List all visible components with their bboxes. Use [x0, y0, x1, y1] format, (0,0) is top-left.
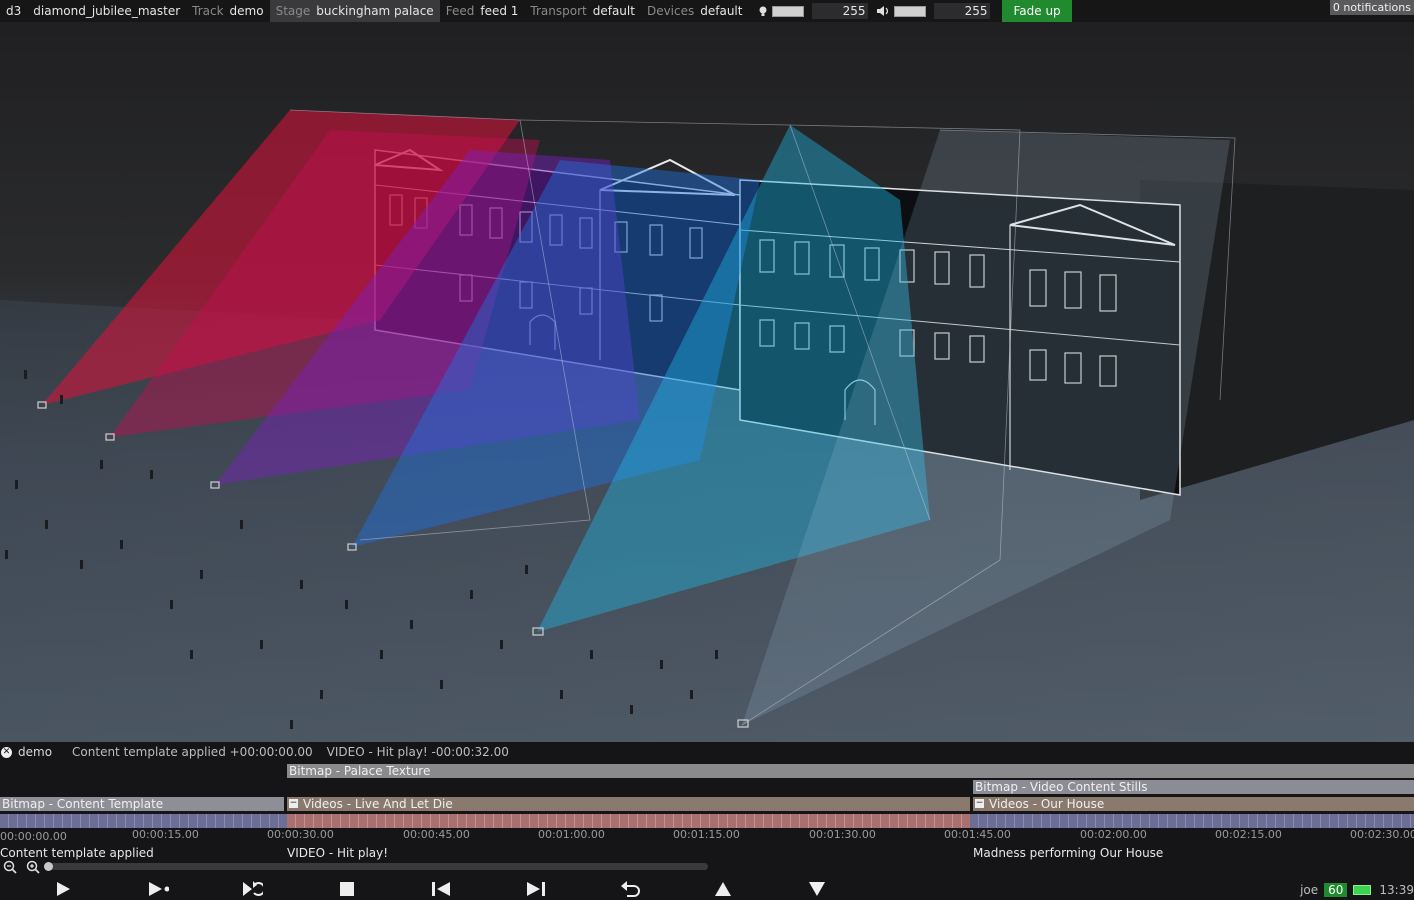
layer-bitmap-content-template[interactable]: Bitmap - Content Template	[0, 797, 284, 811]
tick-label: 00:01:15.00	[673, 828, 740, 841]
stop-icon	[340, 882, 354, 896]
timeline-track-name: demo	[18, 745, 53, 759]
layer-videos-live-and-let-die[interactable]: − Videos - Live And Let Die	[287, 797, 970, 811]
top-bar: d3 diamond_jubilee_master Track demo Sta…	[0, 0, 1414, 22]
speaker-icon	[877, 6, 889, 16]
tick-label: 00:01:45.00	[944, 828, 1011, 841]
skip-forward-icon	[527, 882, 545, 896]
devices-selector[interactable]: Devices default	[641, 0, 749, 22]
tick-label: 00:00:30.00	[267, 828, 334, 841]
zoom-out-icon[interactable]	[3, 860, 17, 874]
loop-icon	[243, 881, 263, 896]
battery-icon	[1353, 885, 1372, 895]
fade-up-button[interactable]: Fade up	[1002, 0, 1072, 22]
lightbulb-icon	[759, 6, 767, 16]
layer-bitmap-video-stills[interactable]: Bitmap - Video Content Stills	[973, 780, 1414, 794]
app-name[interactable]: d3	[0, 0, 27, 22]
play-section-icon	[149, 882, 169, 896]
tick-label: 00:00:00.00	[0, 830, 67, 843]
collapse-icon[interactable]: −	[975, 799, 984, 808]
brightness-control: 255	[748, 0, 874, 22]
volume-slider[interactable]	[894, 5, 927, 17]
triangle-down-icon	[809, 882, 825, 896]
track-selector[interactable]: Track demo	[186, 0, 269, 22]
tick-label: 00:00:15.00	[132, 828, 199, 841]
volume-value[interactable]: 255	[934, 3, 991, 19]
loop-play-button[interactable]	[241, 878, 263, 900]
tick-label: 00:02:00.00	[1080, 828, 1147, 841]
brightness-slider[interactable]	[772, 5, 805, 17]
notifications-badge[interactable]: 0 notifications	[1329, 0, 1414, 15]
play-to-end-button[interactable]	[147, 878, 169, 900]
stage-viewport[interactable]	[0, 22, 1414, 742]
timeline-header: ✕ demo Content template applied +00:00:0…	[0, 742, 1414, 762]
tick-label: 00:00:45.00	[403, 828, 470, 841]
tick-label: 00:01:30.00	[809, 828, 876, 841]
play-icon	[57, 882, 70, 896]
note-madness[interactable]: Madness performing Our House	[973, 846, 1163, 860]
clock: 13:39	[1379, 883, 1414, 897]
triangle-up-icon	[715, 882, 731, 896]
close-icon[interactable]: ✕	[1, 746, 12, 758]
previous-section-button[interactable]	[430, 878, 452, 900]
scrollbar-thumb[interactable]	[44, 862, 53, 871]
ruler-segment-3[interactable]	[970, 814, 1414, 828]
note-video[interactable]: VIDEO - Hit play!	[287, 846, 388, 860]
status-template: Content template applied +00:00:00.00	[72, 745, 313, 759]
stop-button[interactable]	[336, 878, 358, 900]
timeline-scrollbar[interactable]	[44, 862, 708, 871]
layer-bitmap-palace-texture[interactable]: Bitmap - Palace Texture	[287, 764, 1414, 778]
ruler-segment-1[interactable]	[0, 814, 287, 828]
layer-videos-our-house[interactable]: − Videos - Our House	[973, 797, 1414, 811]
tick-label: 00:02:30.00	[1350, 828, 1414, 841]
feed-selector[interactable]: Feed feed 1	[440, 0, 525, 22]
move-down-button[interactable]	[806, 878, 828, 900]
skip-back-icon	[432, 882, 450, 896]
play-button[interactable]	[52, 878, 74, 900]
project-name[interactable]: diamond_jubilee_master	[27, 0, 186, 22]
zoom-in-icon[interactable]	[26, 860, 40, 874]
timeline-panel: ✕ demo Content template applied +00:00:0…	[0, 742, 1414, 900]
move-up-button[interactable]	[712, 878, 734, 900]
return-icon	[621, 881, 640, 897]
collapse-icon[interactable]: −	[289, 799, 298, 808]
note-template[interactable]: Content template applied	[0, 846, 154, 860]
stage-render	[0, 22, 1414, 742]
transport-selector[interactable]: Transport default	[524, 0, 641, 22]
return-to-start-button[interactable]	[619, 878, 641, 900]
stage-selector[interactable]: Stage buckingham palace	[269, 0, 440, 22]
brightness-value[interactable]: 255	[812, 3, 869, 19]
status-video: VIDEO - Hit play! -00:00:32.00	[326, 745, 509, 759]
next-section-button[interactable]	[525, 878, 547, 900]
tick-label: 00:01:00.00	[538, 828, 605, 841]
volume-control: 255	[874, 0, 996, 22]
ruler-segment-2[interactable]	[287, 814, 970, 828]
status-area: joe 60 13:39	[1300, 880, 1414, 900]
fps-counter: 60	[1324, 883, 1348, 897]
user-name[interactable]: joe	[1300, 883, 1318, 897]
tick-label: 00:02:15.00	[1215, 828, 1282, 841]
